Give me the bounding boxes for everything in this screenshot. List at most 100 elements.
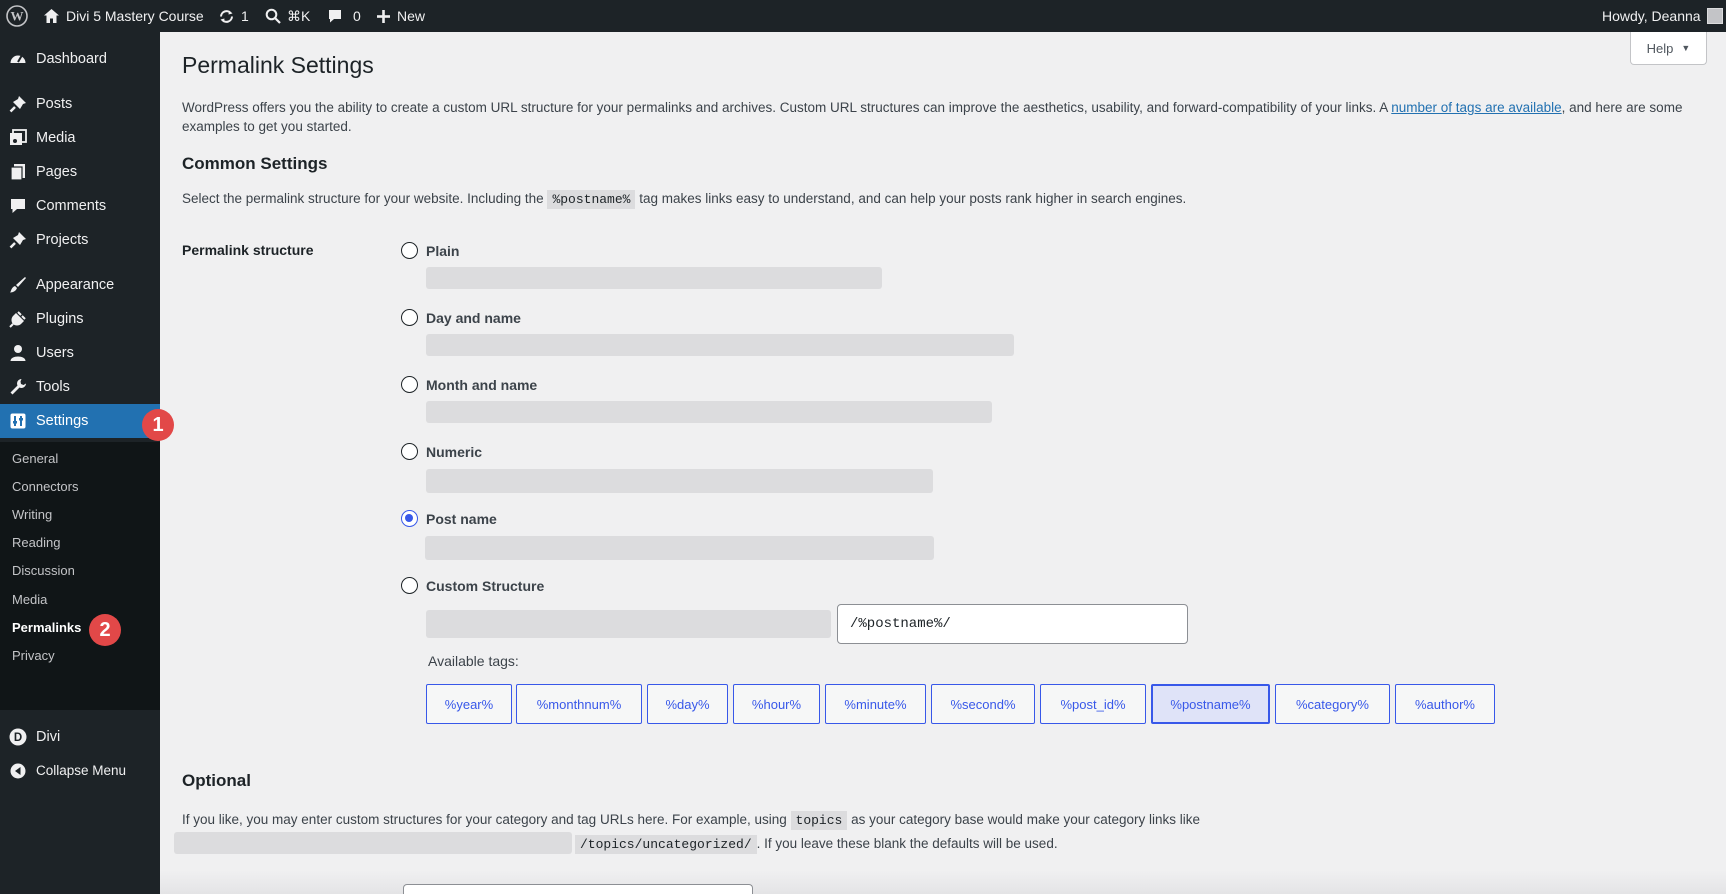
tag-author-button[interactable]: %author% — [1395, 684, 1495, 724]
optional-description-cont: /topics/uncategorized/. If you leave the… — [575, 834, 1058, 854]
step-badge-1: 1 — [142, 409, 174, 441]
divi-logo-icon: D — [9, 728, 27, 746]
collapse-arrow-icon — [10, 763, 26, 779]
optional-heading: Optional — [182, 771, 251, 790]
option-numeric-label[interactable]: Numeric — [426, 444, 482, 460]
comments-link[interactable]: 0 — [327, 0, 361, 32]
option-month-name-label[interactable]: Month and name — [426, 377, 537, 393]
updates-icon — [220, 9, 233, 23]
help-button[interactable]: Help ▼ — [1630, 32, 1707, 65]
wordpress-logo-icon[interactable]: W — [6, 0, 28, 32]
comment-bubble-icon — [11, 199, 25, 213]
tag-minute-button[interactable]: %minute% — [825, 684, 926, 724]
radio-plain[interactable] — [401, 242, 418, 259]
sidebar-item-media[interactable]: Media — [0, 121, 160, 155]
permalink-structure-label: Permalink structure — [182, 242, 314, 258]
month-name-example-url — [426, 401, 992, 423]
option-day-name-label[interactable]: Day and name — [426, 310, 521, 326]
numeric-example-url — [426, 469, 933, 493]
pushpin-icon — [9, 232, 26, 249]
tag-second-button[interactable]: %second% — [931, 684, 1035, 724]
sidebar-item-posts[interactable]: Posts — [0, 87, 160, 121]
submenu-reading[interactable]: Reading — [12, 535, 60, 550]
wrench-icon — [10, 379, 26, 395]
help-label: Help — [1646, 40, 1674, 56]
radio-day-and-name[interactable] — [401, 309, 418, 326]
radio-custom-structure[interactable] — [401, 577, 418, 594]
sidebar-item-dashboard[interactable]: Dashboard — [0, 42, 160, 76]
sidebar-item-pages[interactable]: Pages — [0, 155, 160, 189]
updates-link[interactable]: 1 — [218, 0, 249, 32]
topics-code: topics — [790, 811, 848, 830]
comments-count: 0 — [353, 8, 361, 24]
tag-post-id-button[interactable]: %post_id% — [1040, 684, 1146, 724]
sidebar-item-projects[interactable]: Projects — [0, 223, 160, 257]
sidebar-label-posts: Posts — [36, 96, 73, 112]
tag-monthnum-button[interactable]: %monthnum% — [516, 684, 642, 724]
dashboard-gauge-icon — [10, 55, 26, 63]
user-icon — [10, 345, 26, 361]
settings-sliders-icon — [10, 413, 26, 429]
intro-paragraph: WordPress offers you the ability to crea… — [182, 98, 1702, 136]
tag-year-button[interactable]: %year% — [426, 684, 512, 724]
sidebar-item-plugins[interactable]: Plugins — [0, 302, 160, 336]
my-account-link[interactable]: Howdy, Deanna — [1602, 0, 1723, 32]
available-tags-label: Available tags: — [428, 653, 519, 669]
sidebar-label-media: Media — [36, 130, 76, 146]
available-tags-link[interactable]: number of tags are available — [1391, 100, 1561, 115]
greeting: Howdy, Deanna — [1602, 8, 1701, 24]
collapse-menu-button[interactable]: Collapse Menu — [0, 754, 160, 788]
sidebar-label-dashboard: Dashboard — [36, 51, 107, 67]
admin-bar: W Divi 5 Mastery Course 1 ⌘K 0 New Howdy… — [0, 0, 1726, 32]
sidebar-item-appearance[interactable]: Appearance — [0, 268, 160, 302]
sidebar-item-settings[interactable]: Settings — [0, 404, 160, 438]
example-url-code: /topics/uncategorized/ — [575, 835, 757, 854]
tag-category-button[interactable]: %category% — [1275, 684, 1390, 724]
submenu-connectors[interactable]: Connectors — [12, 479, 78, 494]
category-base-input[interactable] — [403, 884, 753, 894]
submenu-media[interactable]: Media — [12, 592, 47, 607]
submenu-general[interactable]: General — [12, 451, 58, 466]
sidebar-item-comments[interactable]: Comments — [0, 189, 160, 223]
sidebar-label-appearance: Appearance — [36, 277, 115, 293]
updates-count: 1 — [241, 8, 249, 24]
pushpin-icon — [9, 96, 26, 113]
radio-post-name[interactable] — [401, 510, 418, 527]
search-shortcut: ⌘K — [287, 7, 311, 24]
tag-day-button[interactable]: %day% — [647, 684, 728, 724]
sidebar-item-users[interactable]: Users — [0, 336, 160, 370]
submenu-permalinks[interactable]: Permalinks — [12, 620, 81, 635]
submenu-writing[interactable]: Writing — [12, 507, 52, 522]
tag-postname-button[interactable]: %postname% — [1151, 684, 1270, 724]
sidebar-item-tools[interactable]: Tools — [0, 370, 160, 404]
plug-icon — [9, 311, 26, 328]
sidebar-label-collapse: Collapse Menu — [36, 763, 127, 778]
media-icon — [10, 129, 27, 145]
custom-structure-input[interactable]: /%postname%/ — [837, 604, 1188, 644]
step-badge-2: 2 — [89, 614, 121, 646]
radio-numeric[interactable] — [401, 443, 418, 460]
admin-sidebar: Dashboard Posts Media Pages Comments Pro… — [0, 32, 174, 894]
common-settings-description: Select the permalink structure for your … — [182, 189, 1186, 209]
option-custom-label[interactable]: Custom Structure — [426, 578, 544, 594]
option-plain-label[interactable]: Plain — [426, 243, 459, 259]
optional-desc-text-end: . If you leave these blank the defaults … — [756, 836, 1058, 851]
postname-code: %postname% — [547, 190, 636, 209]
plain-example-url — [426, 267, 882, 289]
site-name-link[interactable]: Divi 5 Mastery Course — [43, 0, 204, 32]
submenu-discussion[interactable]: Discussion — [12, 563, 75, 578]
site-name: Divi 5 Mastery Course — [66, 8, 204, 24]
optional-desc-text: If you like, you may enter custom struct… — [182, 812, 791, 827]
submenu-privacy[interactable]: Privacy — [12, 648, 55, 663]
option-post-name-label[interactable]: Post name — [426, 511, 497, 527]
sidebar-item-divi[interactable]: D Divi — [0, 720, 160, 754]
tag-hour-button[interactable]: %hour% — [733, 684, 820, 724]
comment-bubble-icon — [329, 10, 341, 23]
page-title: Permalink Settings — [182, 52, 374, 78]
sidebar-label-projects: Projects — [36, 232, 89, 248]
command-search[interactable]: ⌘K — [265, 0, 310, 32]
custom-base-url — [426, 610, 831, 638]
radio-month-and-name[interactable] — [401, 376, 418, 393]
new-content-link[interactable]: New — [376, 0, 425, 32]
sidebar-label-settings: Settings — [36, 413, 89, 429]
